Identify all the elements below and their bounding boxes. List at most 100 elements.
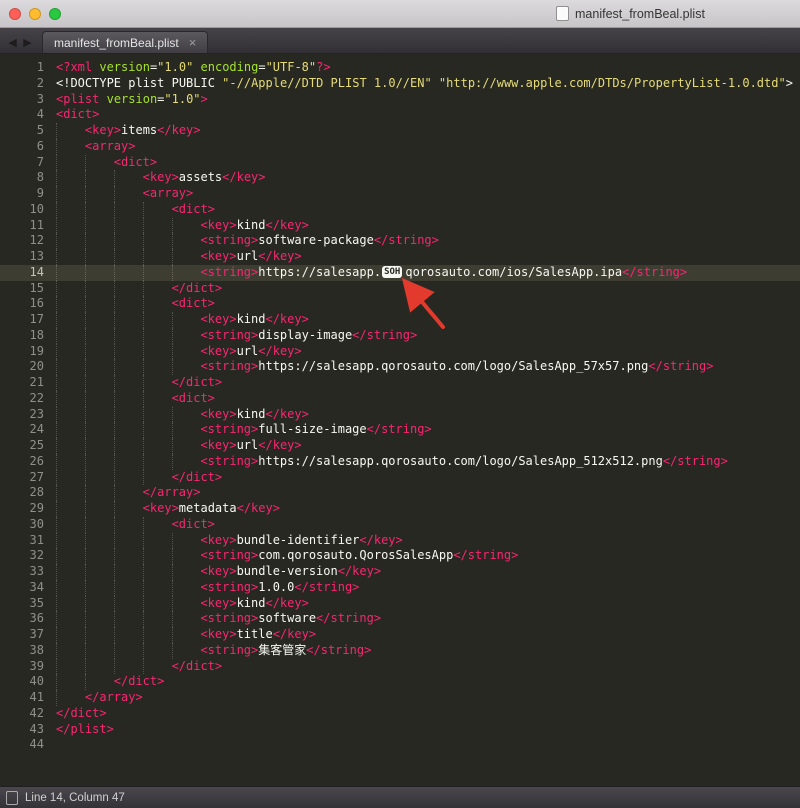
history-forward-button[interactable]: ▶ bbox=[20, 31, 35, 53]
indent-guide bbox=[56, 390, 85, 407]
indent-guide bbox=[113, 249, 143, 265]
code-row[interactable]: 18 <string>display-image</string> bbox=[0, 327, 800, 344]
code-row[interactable]: 28 </array> bbox=[0, 485, 800, 501]
line-number: 22 bbox=[29, 390, 44, 405]
code-row[interactable]: 11 <key>kind</key> bbox=[0, 217, 800, 234]
code-row[interactable]: 39 </dict> bbox=[0, 658, 800, 675]
code-row[interactable]: 19 <key>url</key> bbox=[0, 343, 800, 360]
zoom-button[interactable] bbox=[49, 8, 61, 20]
code-line: <string>full-size-image</string> bbox=[50, 422, 432, 438]
code-row[interactable]: 1 <?xml version="1.0" encoding="UTF-8"?> bbox=[0, 60, 800, 76]
code-row[interactable]: 14 <string>https://salesapp. SOH qorosauto.… bbox=[0, 264, 800, 281]
code-row[interactable]: 27 </dict> bbox=[0, 469, 800, 486]
indent-guide bbox=[142, 296, 172, 312]
code-row[interactable]: 44 bbox=[0, 737, 800, 753]
tab-close-icon[interactable]: × bbox=[189, 36, 197, 49]
code-row[interactable]: 35 <key>kind</key> bbox=[0, 595, 800, 612]
code-row[interactable]: 5 <key>items</key> bbox=[0, 123, 800, 139]
code-row[interactable]: 23 <key>kind</key> bbox=[0, 406, 800, 423]
code-row[interactable]: 42 </dict> bbox=[0, 706, 800, 722]
code-line: </dict> bbox=[50, 375, 222, 391]
code-row[interactable]: 22 <dict> bbox=[0, 390, 800, 407]
code-line: </dict> bbox=[50, 674, 164, 690]
indent-guide bbox=[56, 359, 85, 375]
code-line: <array> bbox=[50, 138, 135, 155]
code-row[interactable]: 2 <!DOCTYPE plist PUBLIC "-//Apple//DTD P… bbox=[0, 76, 800, 92]
indent-guide bbox=[84, 674, 114, 690]
code-row[interactable]: 40 </dict> bbox=[0, 674, 800, 690]
indent-guide bbox=[113, 548, 143, 564]
code-row[interactable]: 32 <string>com.qorosauto.QorosSalesApp</s… bbox=[0, 548, 800, 564]
indent-guide bbox=[171, 406, 201, 423]
code-row[interactable]: 8 <key>assets</key> bbox=[0, 170, 800, 186]
code-line: <dict> bbox=[50, 516, 215, 533]
history-back-button[interactable]: ◀ bbox=[5, 31, 20, 53]
code-line: <dict> bbox=[50, 390, 215, 407]
editor[interactable]: 1 <?xml version="1.0" encoding="UTF-8"?> 2… bbox=[0, 54, 800, 786]
code-row[interactable]: 25 <key>url</key> bbox=[0, 438, 800, 454]
close-button[interactable] bbox=[9, 8, 21, 20]
indent-guide bbox=[84, 154, 114, 171]
indent-guide bbox=[171, 438, 201, 454]
indent-guide bbox=[113, 532, 143, 549]
code-row[interactable]: 17 <key>kind</key> bbox=[0, 312, 800, 328]
code-row[interactable]: 36 <string>software</string> bbox=[0, 611, 800, 627]
indent-guide bbox=[142, 548, 172, 564]
code-row[interactable]: 33 <key>bundle-version</key> bbox=[0, 564, 800, 580]
code-row[interactable]: 10 <dict> bbox=[0, 201, 800, 218]
code-row[interactable]: 38 <string>集客管家</string> bbox=[0, 642, 800, 659]
code-row[interactable]: 9 <array> bbox=[0, 186, 800, 202]
indent-guide bbox=[142, 658, 172, 675]
indent-guide bbox=[113, 469, 143, 486]
indent-guide bbox=[113, 406, 143, 423]
line-number: 34 bbox=[29, 579, 44, 594]
indent-guide bbox=[113, 611, 143, 627]
line-number: 35 bbox=[29, 595, 44, 610]
code-row[interactable]: 7 <dict> bbox=[0, 154, 800, 171]
code-line: <string>集客管家</string> bbox=[50, 642, 371, 659]
code-row[interactable]: 6 <array> bbox=[0, 138, 800, 155]
code-row[interactable]: 4 <dict> bbox=[0, 107, 800, 123]
indent-guide bbox=[56, 611, 85, 627]
line-number: 6 bbox=[36, 138, 44, 153]
indent-guide bbox=[171, 217, 201, 234]
indent-guide bbox=[113, 579, 143, 596]
code-row[interactable]: 37 <key>title</key> bbox=[0, 627, 800, 643]
code-row[interactable]: 21 </dict> bbox=[0, 375, 800, 391]
line-number: 9 bbox=[36, 186, 44, 200]
indent-guide bbox=[142, 438, 172, 454]
code-row[interactable]: 43 </plist> bbox=[0, 722, 800, 738]
indent-guide bbox=[56, 327, 85, 344]
code-row[interactable]: 12 <string>software-package</string> bbox=[0, 233, 800, 249]
indent-guide bbox=[142, 469, 172, 486]
indent-guide bbox=[56, 564, 85, 580]
code-row[interactable]: 20 <string>https://salesapp.qorosauto.com… bbox=[0, 359, 800, 375]
line-number: 23 bbox=[29, 406, 44, 421]
minimize-button[interactable] bbox=[29, 8, 41, 20]
line-number: 28 bbox=[29, 485, 44, 500]
indent-guide bbox=[84, 327, 114, 344]
code-row[interactable]: 30 <dict> bbox=[0, 516, 800, 533]
code-row[interactable]: 24 <string>full-size-image</string> bbox=[0, 422, 800, 438]
indent-guide bbox=[142, 249, 172, 265]
code-line: </plist> bbox=[56, 721, 114, 736]
code-area[interactable]: 1 <?xml version="1.0" encoding="UTF-8"?> 2… bbox=[0, 60, 800, 753]
line-number: 26 bbox=[29, 453, 44, 468]
code-row[interactable]: 29 <key>metadata</key> bbox=[0, 501, 800, 517]
code-row[interactable]: 41 </array> bbox=[0, 690, 800, 706]
code-row[interactable]: 3 <plist version="1.0"> bbox=[0, 92, 800, 108]
indent-guide bbox=[56, 501, 85, 517]
line-number: 38 bbox=[29, 642, 44, 657]
code-row[interactable]: 13 <key>url</key> bbox=[0, 249, 800, 265]
tab-manifest-frombeal-plist[interactable]: manifest_fromBeal.plist × bbox=[42, 31, 209, 53]
code-row[interactable]: 34 <string>1.0.0</string> bbox=[0, 579, 800, 596]
indent-guide bbox=[113, 627, 143, 643]
indent-guide bbox=[56, 375, 85, 391]
code-row[interactable]: 16 <dict> bbox=[0, 296, 800, 312]
indent-guide bbox=[84, 422, 114, 438]
code-row[interactable]: 26 <string>https://salesapp.qorosauto.com… bbox=[0, 453, 800, 470]
code-line: <dict> bbox=[50, 201, 215, 218]
code-row[interactable]: 31 <key>bundle-identifier</key> bbox=[0, 532, 800, 549]
code-row[interactable]: 15 </dict> bbox=[0, 280, 800, 297]
indent-guide bbox=[84, 406, 114, 423]
